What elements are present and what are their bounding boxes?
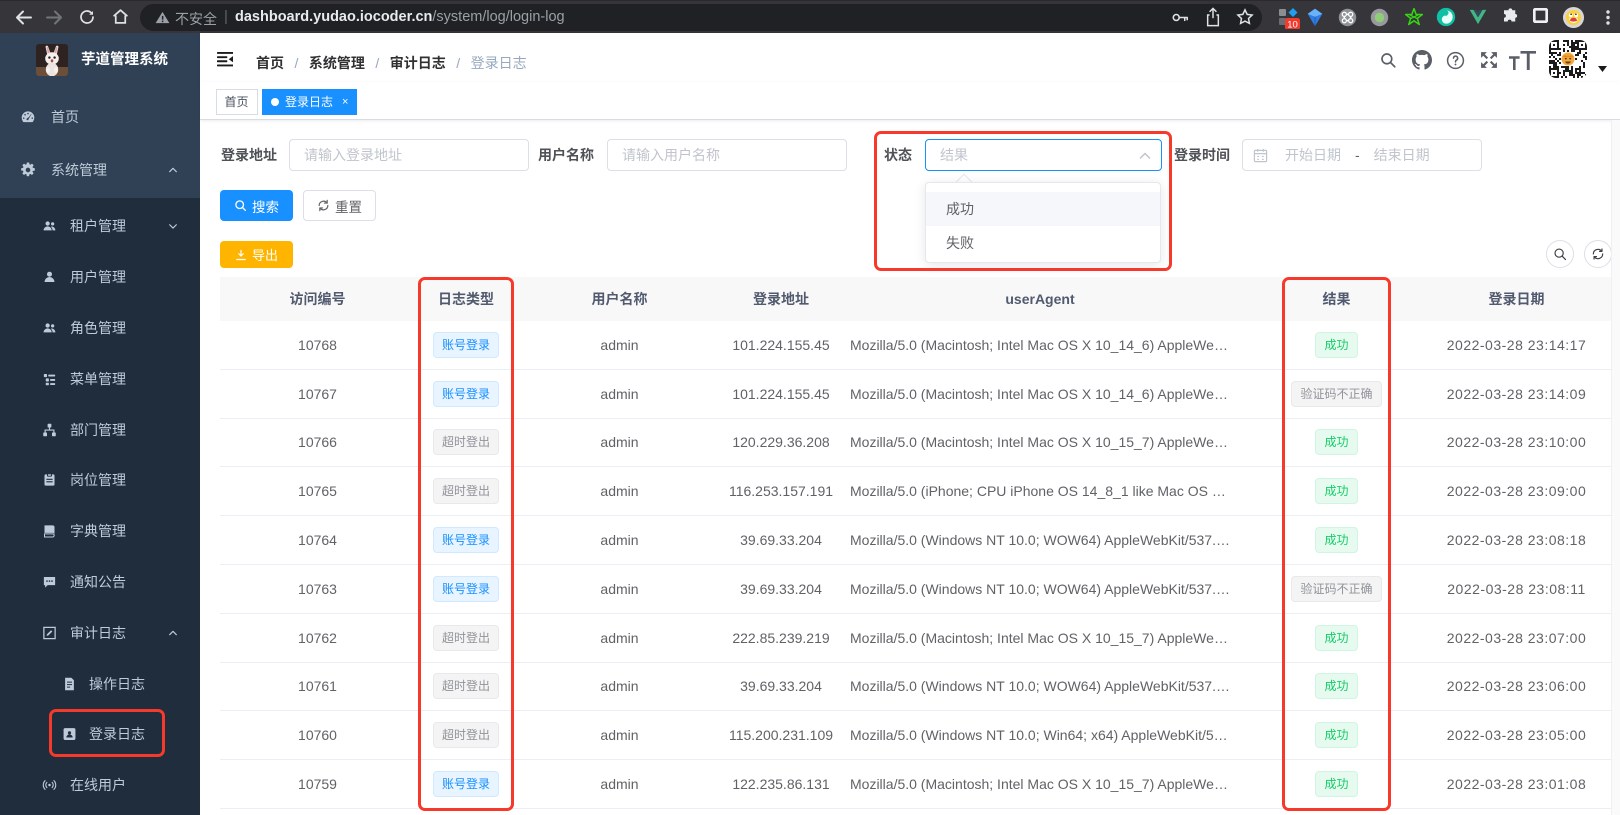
svg-text:10: 10: [1287, 20, 1298, 30]
